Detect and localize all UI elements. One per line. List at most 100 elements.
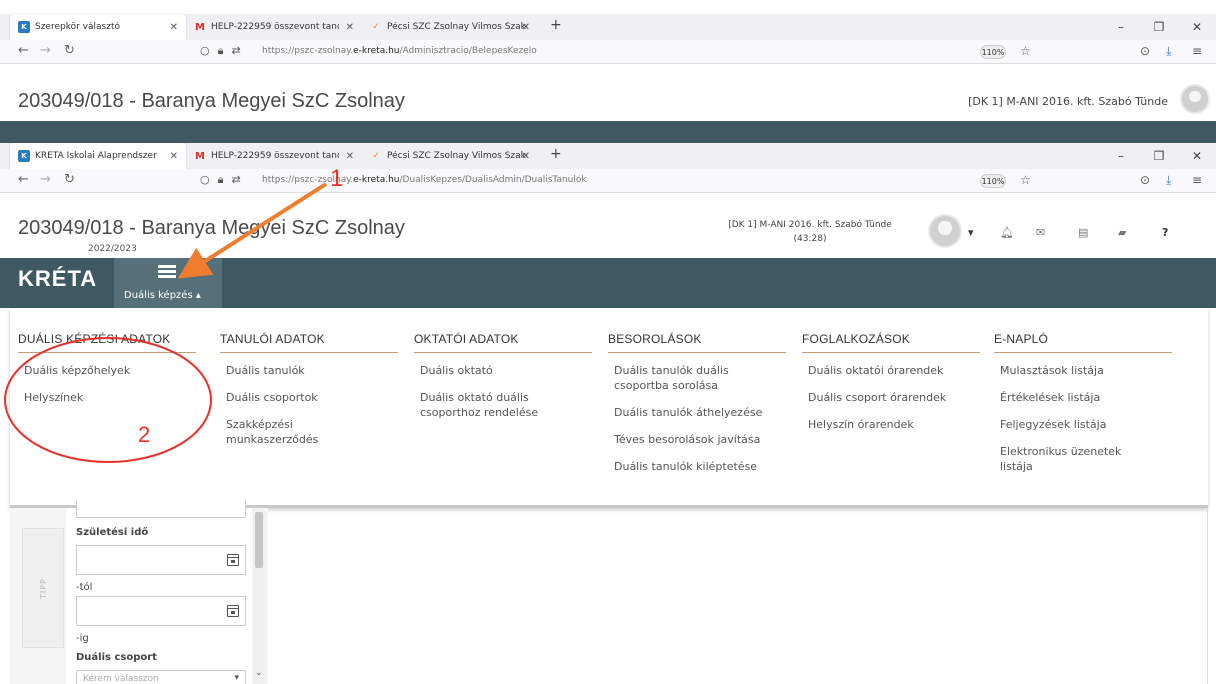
zoom-level[interactable]: 110%	[980, 45, 1006, 59]
close-icon[interactable]: ✕	[346, 151, 354, 162]
menu-item[interactable]: Feljegyzések listája	[994, 417, 1172, 432]
new-tab-icon[interactable]: +	[550, 17, 562, 33]
url-bar[interactable]: https://pszc-zsolnay.e-kreta.hu/DualisKe…	[262, 175, 587, 185]
menu-item[interactable]: Elektronikus üzenetek listája	[994, 444, 1134, 474]
url-bar[interactable]: https://pszc-zsolnay.e-kreta.hu/Adminisz…	[262, 46, 537, 56]
avatar[interactable]	[1180, 84, 1210, 114]
gmail-icon: M	[195, 21, 205, 33]
close-window-icon[interactable]: ✕	[1178, 143, 1216, 169]
browser-tab[interactable]: K Szerepkör választó ✕	[10, 14, 186, 40]
menu-item[interactable]: Értékelések listája	[994, 390, 1172, 405]
dual-group-label: Duális csoport	[76, 652, 157, 663]
to-label: -ig	[76, 633, 89, 644]
restore-icon[interactable]: ❐	[1140, 14, 1178, 40]
scrollbar-thumb[interactable]	[255, 512, 263, 568]
text-input[interactable]	[76, 500, 246, 518]
tab-label: HELP-222959 összevont tanórá	[211, 22, 339, 32]
menu-column-heading: TANULÓI ADATOK	[220, 332, 398, 353]
menu-item[interactable]: Duális képzőhelyek	[18, 363, 196, 378]
menu-item[interactable]: Szakképzési munkaszerződés	[220, 417, 330, 447]
zoom-level[interactable]: 110%	[980, 174, 1006, 188]
gmail-icon: M	[195, 150, 205, 162]
menu-column: TANULÓI ADATOK Duális tanulók Duális cso…	[220, 332, 398, 459]
close-icon[interactable]: ✕	[522, 22, 530, 33]
minimize-icon[interactable]: –	[1102, 14, 1140, 40]
menu-item[interactable]: Duális oktató duális csoporthoz rendelés…	[414, 390, 564, 420]
close-icon[interactable]: ✕	[170, 151, 178, 162]
menu-item[interactable]: Duális tanulók kiléptetése	[608, 459, 786, 474]
menu-icon[interactable]: ≡	[1192, 173, 1202, 187]
date-from-input[interactable]	[76, 545, 246, 575]
news-icon[interactable]: ▤	[1078, 226, 1088, 239]
back-icon[interactable]: ←	[18, 43, 29, 58]
menu-item[interactable]: Téves besorolások javítása	[608, 432, 786, 447]
calendar-icon[interactable]	[227, 605, 239, 617]
browser-tab[interactable]: K KRÉTA Iskolai Alaprendszer ✕	[10, 143, 186, 169]
pocket-icon[interactable]: ⊙	[1140, 173, 1150, 187]
reload-icon[interactable]: ↻	[64, 172, 75, 187]
book-icon[interactable]: ▰	[1118, 226, 1126, 239]
menu-item[interactable]: Helyszín órarendek	[802, 417, 980, 432]
menu-column-heading: BESOROLÁSOK	[608, 332, 786, 353]
pocket-icon[interactable]: ⊙	[1140, 44, 1150, 58]
window-controls: – ❐ ✕	[1102, 14, 1216, 40]
bookmark-star-icon[interactable]: ☆	[1020, 44, 1031, 58]
lock-icon[interactable]: 🔒︎	[218, 173, 224, 187]
menu-item[interactable]: Helyszínek	[18, 390, 196, 405]
browser-tab[interactable]: ✓ Pécsi SZC Zsolnay Vilmos Szakg ✕	[362, 143, 538, 169]
reload-icon[interactable]: ↻	[64, 43, 75, 58]
tab-label: Pécsi SZC Zsolnay Vilmos Szakg	[387, 151, 527, 161]
permissions-icon[interactable]: ⇄	[231, 173, 240, 187]
minimize-icon[interactable]: –	[1102, 143, 1140, 169]
browser-tab[interactable]: ✓ Pécsi SZC Zsolnay Vilmos Szakg ✕	[362, 14, 538, 40]
menu-icon[interactable]: ≡	[1192, 44, 1202, 58]
menu-item[interactable]: Duális oktató	[414, 363, 592, 378]
menu-item[interactable]: Mulasztások listája	[994, 363, 1172, 378]
close-icon[interactable]: ✕	[346, 22, 354, 33]
bell-icon[interactable]: 🔔︎	[1000, 226, 1014, 239]
kreta-favicon: K	[18, 21, 30, 33]
close-icon[interactable]: ✕	[170, 22, 178, 33]
download-icon[interactable]: ⤓	[1166, 173, 1171, 188]
browser-tab[interactable]: M HELP-222959 összevont tanórá ✕	[186, 14, 362, 40]
url-prefix: https://pszc-zsolnay.	[262, 46, 354, 56]
menu-column-heading: DUÁLIS KÉPZÉSI ADATOK	[18, 332, 196, 353]
kreta-favicon: K	[18, 150, 30, 162]
help-icon[interactable]: ?	[1162, 226, 1168, 239]
avatar[interactable]	[928, 214, 962, 248]
bookmark-star-icon[interactable]: ☆	[1020, 173, 1031, 187]
url-path: /Adminisztracio/BelepesKezelo	[399, 46, 537, 56]
menu-column: DUÁLIS KÉPZÉSI ADATOK Duális képzőhelyek…	[18, 332, 196, 417]
forward-icon[interactable]: →	[40, 172, 51, 187]
new-tab-icon[interactable]: +	[550, 146, 562, 162]
dualis-kepzes-menu-button[interactable]: Duális képzés ▴	[114, 258, 222, 308]
menu-item[interactable]: Duális csoportok	[220, 390, 398, 405]
tipp-label: TIPP	[38, 577, 48, 599]
mail-icon[interactable]: ✉	[1036, 226, 1045, 239]
restore-icon[interactable]: ❐	[1140, 143, 1178, 169]
menu-item[interactable]: Duális csoport órarendek	[802, 390, 980, 405]
forward-icon[interactable]: →	[40, 43, 51, 58]
close-icon[interactable]: ✕	[522, 151, 530, 162]
shield-icon[interactable]: ○	[200, 44, 210, 58]
school-year: 2022/2023	[88, 244, 137, 254]
calendar-icon[interactable]	[227, 554, 239, 566]
dual-group-select[interactable]: Kérem válasszon ▾	[76, 670, 246, 684]
lock-icon[interactable]: 🔒︎	[218, 44, 224, 58]
menu-item[interactable]: Duális tanulók áthelyezése	[608, 405, 786, 420]
back-icon[interactable]: ←	[18, 172, 29, 187]
scroll-down-icon[interactable]: ⌄	[255, 668, 263, 678]
close-window-icon[interactable]: ✕	[1178, 14, 1216, 40]
menu-item[interactable]: Duális tanulók	[220, 363, 398, 378]
tipp-tab[interactable]: TIPP	[22, 528, 64, 648]
date-to-input[interactable]	[76, 596, 246, 626]
user-dropdown-caret-icon[interactable]: ▾	[968, 226, 974, 239]
shield-icon[interactable]: ○	[200, 173, 210, 187]
select-placeholder: Kérem válasszon	[83, 674, 159, 684]
menu-item[interactable]: Duális oktatói órarendek	[802, 363, 980, 378]
mega-menu: DUÁLIS KÉPZÉSI ADATOK Duális képzőhelyek…	[10, 308, 1208, 508]
kreta-logo[interactable]: KRÉTA	[18, 266, 97, 292]
permissions-icon[interactable]: ⇄	[231, 44, 240, 58]
menu-item[interactable]: Duális tanulók duális csoportba sorolása	[608, 363, 748, 393]
download-icon[interactable]: ⤓	[1166, 44, 1171, 59]
